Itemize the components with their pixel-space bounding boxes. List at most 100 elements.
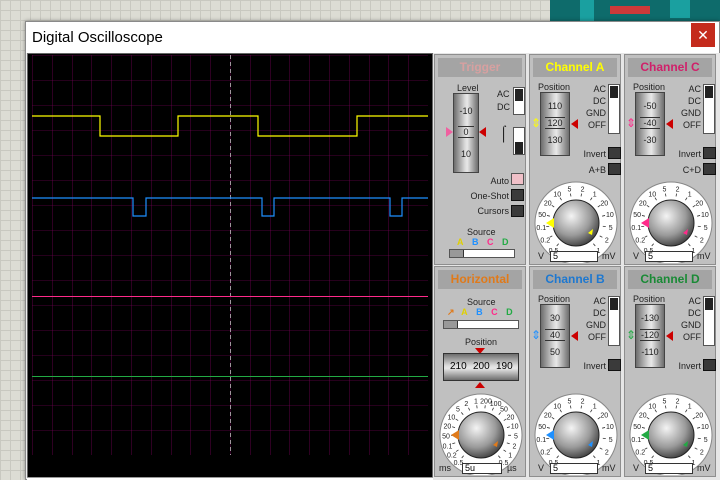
knob-scale-label: 20 [639, 200, 647, 207]
channel-a-coupling-switch[interactable] [608, 84, 620, 134]
channel-c-add-button[interactable] [703, 163, 716, 175]
knob-scale-label: 1 [593, 191, 597, 198]
trigger-source-slider[interactable] [449, 249, 515, 258]
knob-scale-label: 2 [700, 450, 704, 457]
knob-scale-label: 5 [663, 187, 667, 194]
horizontal-source-b[interactable]: B [476, 307, 483, 317]
knob-scale-label: 5 [514, 433, 518, 440]
horizontal-position-label: Position [465, 337, 498, 347]
channel-a-volts-input[interactable]: 5 [550, 251, 598, 262]
trigger-level-roller[interactable]: -10 0 10 [453, 93, 479, 173]
knob-scale-label: 5 [568, 187, 572, 194]
horizontal-source-c[interactable]: C [491, 307, 498, 317]
channel-d-position-roller[interactable]: -130 -120 -110 [635, 304, 665, 368]
channel-c-coupling-switch[interactable] [703, 84, 715, 134]
channel-a-add-button[interactable] [608, 163, 621, 175]
channel-a-invert-button[interactable] [608, 147, 621, 159]
knob-scale-label: 2 [581, 399, 585, 406]
channel-b-position-roller[interactable]: 30 40 50 [540, 304, 570, 368]
channel-c-add-label: C+D [682, 165, 701, 175]
trigger-ac-label: AC [497, 89, 510, 99]
close-button[interactable]: ✕ [691, 23, 715, 47]
horizontal-unit-right: µs [507, 463, 517, 473]
channel-d-position-label: Position [633, 294, 666, 304]
horizontal-source-d[interactable]: D [506, 307, 513, 317]
knob-scale-label: 5 [456, 407, 460, 414]
channel-c-unit-right: mV [697, 251, 711, 261]
channel-a-roller-mid: 120 [547, 118, 563, 128]
horizontal-source-slider[interactable] [443, 320, 519, 329]
channel-a-add-label: A+B [588, 165, 606, 175]
trigger-coupling-switch[interactable] [513, 87, 525, 115]
trigger-source-b[interactable]: B [472, 237, 479, 247]
knob-scale-label: 10 [648, 403, 656, 410]
trigger-source-a[interactable]: A [457, 237, 464, 247]
knob-scale-label: 1 [593, 403, 597, 410]
scope-screen[interactable] [32, 55, 428, 455]
channel-d-coupling-switch[interactable] [703, 296, 715, 346]
channel-a-unit-left: V [538, 251, 545, 261]
channel-c-roller-mid: -40 [643, 118, 657, 128]
horizontal-position-roller[interactable]: 210 200 190 [443, 353, 519, 381]
channel-d-invert-label: Invert [678, 361, 701, 371]
channel-b-panel: Channel B Position 30 40 50 ⇕ AC DC GND … [529, 266, 621, 477]
trigger-edge-switch[interactable] [513, 127, 525, 155]
channel-d-volts-input[interactable]: 5 [645, 463, 693, 474]
knob-scale-label: 10 [553, 403, 561, 410]
one-shot-button[interactable] [511, 189, 524, 201]
channel-b-coupling-switch[interactable] [608, 296, 620, 346]
horizontal-marker-bottom [475, 382, 485, 388]
horizontal-title: Horizontal [438, 270, 522, 289]
channel-c-roller-bottom: -30 [643, 135, 657, 145]
channel-a-dc-label: DC [593, 96, 606, 106]
knob-scale-label: 5 [609, 225, 613, 232]
timebase-input[interactable]: 5u [462, 463, 502, 474]
trigger-source-d[interactable]: D [502, 237, 509, 247]
horizontal-source-a[interactable]: A [461, 307, 468, 317]
knob-scale-label: 2 [700, 238, 704, 245]
trigger-dc-label: DC [497, 102, 510, 112]
channel-c-ac-label: AC [688, 84, 701, 94]
channel-b-invert-label: Invert [583, 361, 606, 371]
trigger-level-label: Level [457, 83, 479, 93]
knob-scale-label: 20 [507, 414, 515, 421]
channel-a-roller-bottom: 130 [547, 135, 563, 145]
knob-scale-label: 1 [688, 191, 692, 198]
knob-scale-label: 1 [508, 452, 512, 459]
knob-scale-label: 2 [676, 399, 680, 406]
knob-scale-label: 0.2 [540, 238, 550, 245]
channel-a-roller-top: 110 [547, 101, 563, 111]
cursors-button[interactable] [511, 205, 524, 217]
scope-display-frame [27, 53, 433, 480]
trigger-source-c[interactable]: C [487, 237, 494, 247]
channel-d-invert-button[interactable] [703, 359, 716, 371]
channel-c-title: Channel C [628, 58, 712, 77]
knob-scale-label: 20 [544, 200, 552, 207]
trigger-title: Trigger [438, 58, 522, 77]
knob-scale-label: 0.2 [635, 450, 645, 457]
knob-scale-label: 10 [606, 212, 614, 219]
knob-scale-label: 5 [704, 437, 708, 444]
channel-c-dc-label: DC [688, 96, 701, 106]
channel-c-invert-label: Invert [678, 149, 701, 159]
knob-scale-label: 50 [538, 424, 546, 431]
channel-c-position-roller[interactable]: -50 -40 -30 [635, 92, 665, 156]
channel-b-unit-left: V [538, 463, 545, 473]
channel-b-volts-input[interactable]: 5 [550, 463, 598, 474]
title-bar[interactable]: Digital Oscilloscope ✕ [26, 22, 719, 53]
knob-scale-label: 10 [553, 191, 561, 198]
channel-b-invert-button[interactable] [608, 359, 621, 371]
trigger-source-label: Source [467, 227, 496, 237]
trigger-level-marker-left [446, 127, 453, 137]
knob-scale-label: 10 [606, 424, 614, 431]
knob-scale-label: 5 [663, 399, 667, 406]
channel-b-position-label: Position [538, 294, 571, 304]
channel-a-position-roller[interactable]: 110 120 130 [540, 92, 570, 156]
channel-c-invert-button[interactable] [703, 147, 716, 159]
knob-scale-label: 2 [676, 187, 680, 194]
channel-d-off-label: OFF [683, 332, 701, 342]
channel-d-ac-label: AC [688, 296, 701, 306]
auto-button[interactable] [511, 173, 524, 185]
channel-d-dc-label: DC [688, 308, 701, 318]
channel-c-volts-input[interactable]: 5 [645, 251, 693, 262]
